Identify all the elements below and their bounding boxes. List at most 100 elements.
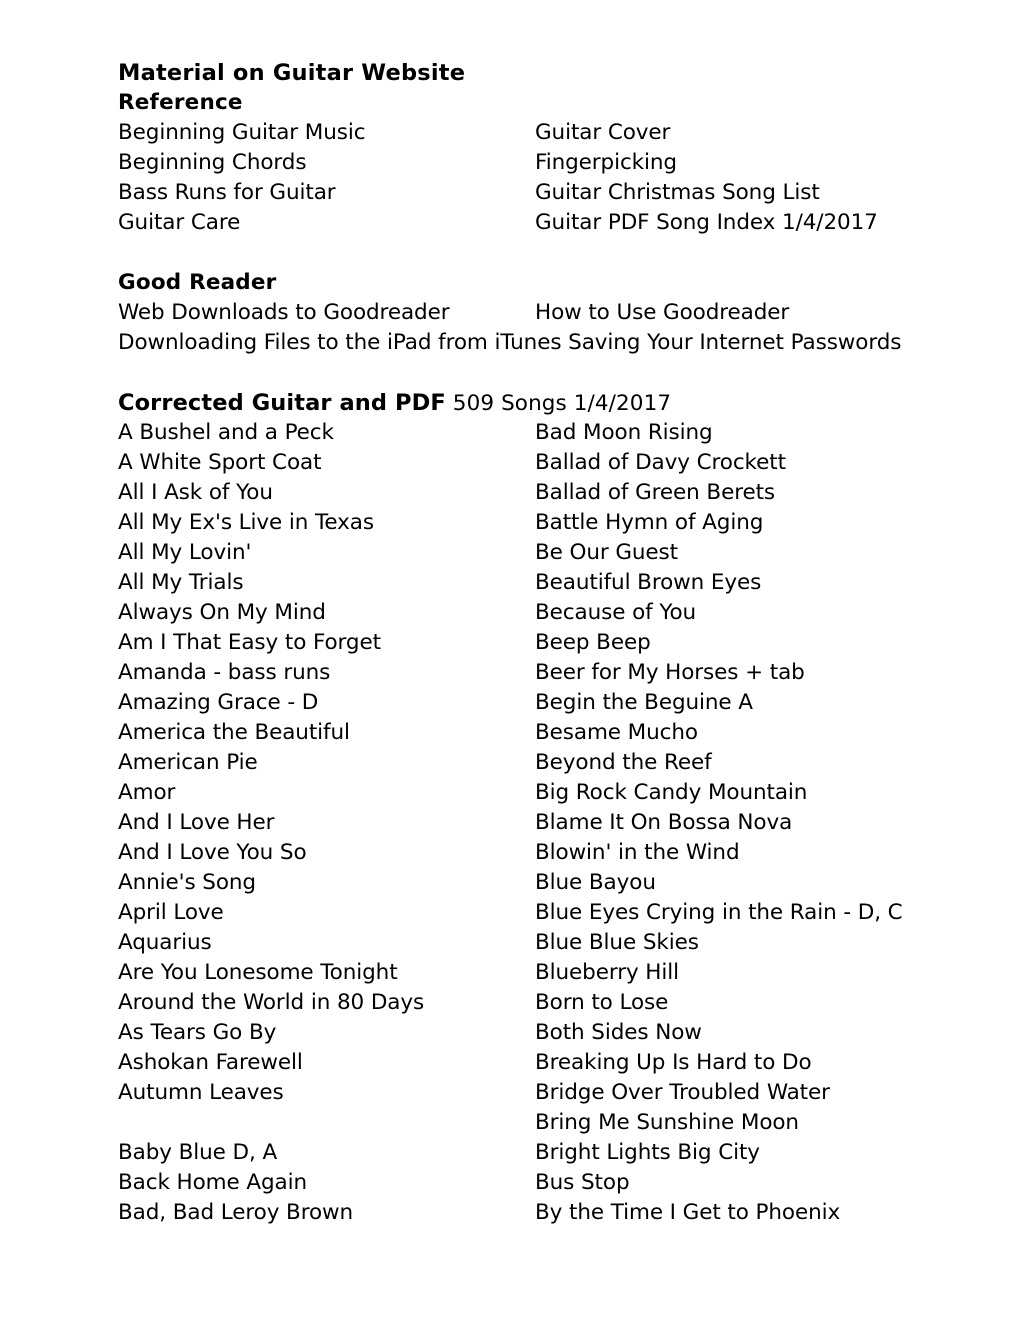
- song-title-left: Aquarius: [118, 930, 212, 955]
- songs-heading-count: 509 Songs 1/4/2017: [445, 391, 672, 416]
- reference-item-right: Guitar Cover: [535, 120, 671, 145]
- song-row: April Love Blue Eyes Crying in the Rain -…: [118, 898, 948, 928]
- song-title-right: Beep Beep: [535, 630, 651, 655]
- song-title-left: Always On My Mind: [118, 600, 326, 625]
- song-title-right: Blue Eyes Crying in the Rain - D, C: [535, 900, 903, 925]
- song-title-right: Big Rock Candy Mountain: [535, 780, 808, 805]
- song-title-left: All My Ex's Live in Texas: [118, 510, 374, 535]
- document-body: Material on Guitar Website Reference Beg…: [118, 58, 948, 1228]
- song-title-left: All My Trials: [118, 570, 244, 595]
- song-title-right: Bridge Over Troubled Water: [535, 1080, 830, 1105]
- song-title-left: April Love: [118, 900, 224, 925]
- reference-item-right: Fingerpicking: [535, 150, 677, 175]
- song-title-right: Beautiful Brown Eyes: [535, 570, 762, 595]
- reference-heading-line: Reference: [118, 88, 948, 118]
- song-title-left: Ashokan Farewell: [118, 1050, 303, 1075]
- song-row: Bad, Bad Leroy Brown By the Time I Get to…: [118, 1198, 948, 1228]
- reference-item-left: Beginning Guitar Music: [118, 120, 366, 145]
- reference-row: Beginning Guitar Music Guitar Cover: [118, 118, 948, 148]
- song-title-left: Back Home Again: [118, 1170, 307, 1195]
- song-title-left: All I Ask of You: [118, 480, 273, 505]
- song-row: And I Love Her Blame It On Bossa Nova: [118, 808, 948, 838]
- document-page: Material on Guitar Website Reference Beg…: [0, 0, 1020, 1320]
- song-row: As Tears Go By Both Sides Now: [118, 1018, 948, 1048]
- reference-item-left: Bass Runs for Guitar: [118, 180, 336, 205]
- song-title-left: All My Lovin': [118, 540, 252, 565]
- songs-heading-bold: Corrected Guitar and PDF: [118, 390, 446, 416]
- song-title-left: As Tears Go By: [118, 1020, 277, 1045]
- song-row: All My Lovin' Be Our Guest: [118, 538, 948, 568]
- song-title-left: Am I That Easy to Forget: [118, 630, 381, 655]
- song-title-right: Be Our Guest: [535, 540, 678, 565]
- song-title-right: Beyond the Reef: [535, 750, 712, 775]
- reference-item-right: Guitar PDF Song Index 1/4/2017: [535, 210, 878, 235]
- song-title-left: A Bushel and a Peck: [118, 420, 334, 445]
- song-title-right: Blue Blue Skies: [535, 930, 699, 955]
- song-title-right: Bring Me Sunshine Moon: [535, 1110, 799, 1135]
- song-title-left: America the Beautiful: [118, 720, 350, 745]
- song-row: Amanda - bass runs Beer for My Horses + t…: [118, 658, 948, 688]
- good-reader-row: Downloading Files to the iPad from iTune…: [118, 328, 948, 358]
- good-reader-list: Web Downloads to Goodreader How to Use G…: [118, 298, 948, 358]
- song-title-right: Blueberry Hill: [535, 960, 679, 985]
- song-title-left: Amanda - bass runs: [118, 660, 331, 685]
- song-title-right: Born to Lose: [535, 990, 669, 1015]
- song-row: Amazing Grace - D Begin the Beguine A: [118, 688, 948, 718]
- song-title-right: Ballad of Green Berets: [535, 480, 776, 505]
- song-title-right: Because of You: [535, 600, 697, 625]
- reference-row: Bass Runs for Guitar Guitar Christmas So…: [118, 178, 948, 208]
- good-reader-heading-line: Good Reader: [118, 268, 948, 298]
- song-row: American Pie Beyond the Reef: [118, 748, 948, 778]
- good-reader-item-right: Saving Your Internet Passwords: [568, 330, 902, 355]
- songs-heading-line: Corrected Guitar and PDF 509 Songs 1/4/2…: [118, 388, 948, 418]
- song-title-left: Baby Blue D, A: [118, 1140, 278, 1165]
- song-title-left: Are You Lonesome Tonight: [118, 960, 398, 985]
- song-row: Back Home Again Bus Stop: [118, 1168, 948, 1198]
- song-title-right: Battle Hymn of Aging: [535, 510, 764, 535]
- song-title-right: Bad Moon Rising: [535, 420, 713, 445]
- song-title-right: Blowin' in the Wind: [535, 840, 740, 865]
- song-title-right: Ballad of Davy Crockett: [535, 450, 786, 475]
- good-reader-row: Web Downloads to Goodreader How to Use G…: [118, 298, 948, 328]
- song-row: Are You Lonesome Tonight Blueberry Hill: [118, 958, 948, 988]
- good-reader-item-left: Downloading Files to the iPad from iTune…: [118, 330, 569, 355]
- song-row: Ashokan Farewell Breaking Up Is Hard to D…: [118, 1048, 948, 1078]
- page-title: Material on Guitar Website: [118, 60, 466, 86]
- song-title-right: Blue Bayou: [535, 870, 656, 895]
- song-title-right: By the Time I Get to Phoenix: [535, 1200, 841, 1225]
- song-row: Aquarius Blue Blue Skies: [118, 928, 948, 958]
- song-title-left: A White Sport Coat: [118, 450, 322, 475]
- reference-item-left: Beginning Chords: [118, 150, 307, 175]
- song-title-left: Annie's Song: [118, 870, 256, 895]
- song-title-left: American Pie: [118, 750, 258, 775]
- song-title-right: Both Sides Now: [535, 1020, 702, 1045]
- song-row: All My Trials Beautiful Brown Eyes: [118, 568, 948, 598]
- song-title-right: Besame Mucho: [535, 720, 698, 745]
- song-row: Around the World in 80 Days Born to Lose: [118, 988, 948, 1018]
- song-title-right: Blame It On Bossa Nova: [535, 810, 793, 835]
- good-reader-item-left: Web Downloads to Goodreader: [118, 300, 450, 325]
- song-row: Autumn Leaves Bridge Over Troubled Water: [118, 1078, 948, 1108]
- reference-item-right: Guitar Christmas Song List: [535, 180, 820, 205]
- song-title-left: Amazing Grace - D: [118, 690, 319, 715]
- song-title-left: Autumn Leaves: [118, 1080, 284, 1105]
- song-title-right: Begin the Beguine A: [535, 690, 753, 715]
- song-title-left: Amor: [118, 780, 176, 805]
- song-title-right: Breaking Up Is Hard to Do: [535, 1050, 812, 1075]
- song-row: A White Sport Coat Ballad of Davy Crocket…: [118, 448, 948, 478]
- song-row: All My Ex's Live in Texas Battle Hymn of …: [118, 508, 948, 538]
- song-row: Annie's Song Blue Bayou: [118, 868, 948, 898]
- songs-list: A Bushel and a Peck Bad Moon Rising A Whit…: [118, 418, 948, 1228]
- song-title-right: Beer for My Horses + tab: [535, 660, 805, 685]
- document-title-line: Material on Guitar Website: [118, 58, 948, 88]
- good-reader-item-right: How to Use Goodreader: [535, 300, 790, 325]
- song-row: All I Ask of You Ballad of Green Berets: [118, 478, 948, 508]
- song-title-right: Bright Lights Big City: [535, 1140, 760, 1165]
- song-row: And I Love You So Blowin' in the Wind: [118, 838, 948, 868]
- reference-row: Beginning Chords Fingerpicking: [118, 148, 948, 178]
- song-row: Am I That Easy to Forget Beep Beep: [118, 628, 948, 658]
- song-row: Always On My Mind Because of You: [118, 598, 948, 628]
- song-row: A Bushel and a Peck Bad Moon Rising: [118, 418, 948, 448]
